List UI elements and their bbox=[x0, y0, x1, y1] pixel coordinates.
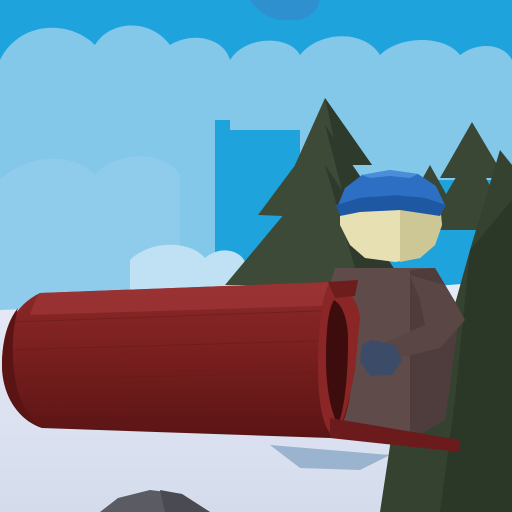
game-viewport[interactable] bbox=[0, 0, 512, 512]
game-scene bbox=[0, 0, 512, 512]
